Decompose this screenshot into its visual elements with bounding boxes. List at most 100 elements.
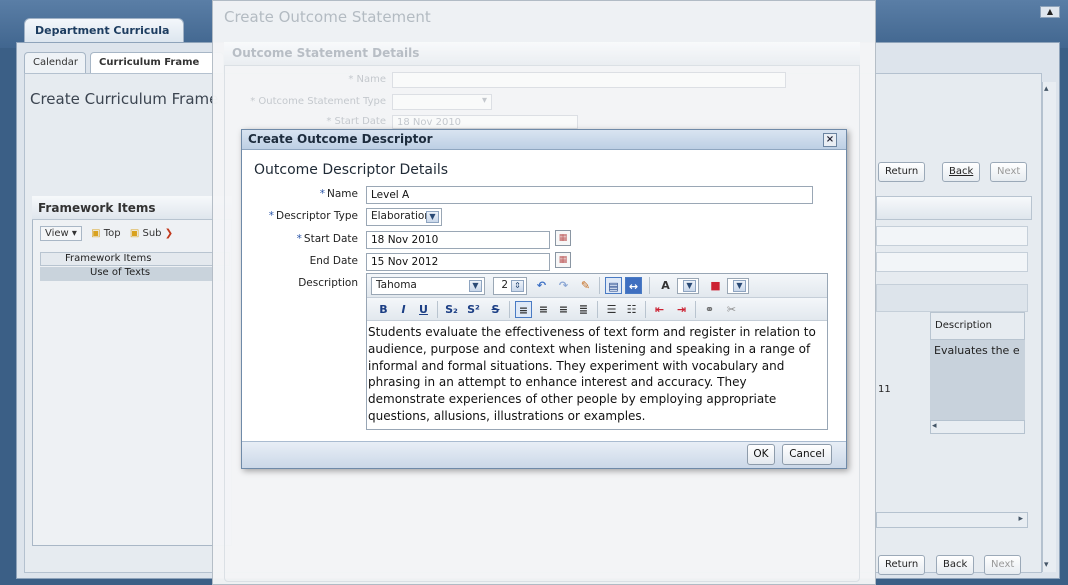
framework-items-panel [32,196,232,546]
required-icon: * [319,188,326,200]
tab-department-curricula[interactable]: Department Curricula [24,18,184,42]
chevron-left-icon[interactable]: ◂ [932,421,937,431]
chevron-down-icon[interactable]: ▾ [1044,560,1049,570]
required-icon: * [268,210,274,222]
name-label: * Name [319,188,358,200]
next-button-top[interactable]: Next [990,162,1028,182]
undo-icon[interactable]: ↶ [533,277,550,294]
delete-icon[interactable]: ❯ [165,228,173,239]
superscript-icon[interactable]: S² [465,301,482,318]
cancel-button[interactable]: Cancel [782,444,832,465]
start-date-input[interactable]: 18 Nov 2010 [366,231,550,249]
return-button-top[interactable]: Return [878,162,926,182]
indent-icon[interactable]: ⇥ [673,301,690,318]
chevron-right-icon[interactable]: ▸ [1018,514,1023,524]
chevron-down-icon[interactable]: ▼ [683,280,696,292]
toolbar-divider [437,301,438,318]
font-family-value: Tahoma [376,279,417,291]
close-icon[interactable]: × [823,133,837,147]
add-sub-button[interactable]: ▣ Sub [130,228,162,239]
next-button-bottom[interactable]: Next [984,555,1022,575]
back-button-top[interactable]: Back [942,162,981,182]
start-date-label: * Start Date [296,233,358,245]
subscript-icon[interactable]: S₂ [443,301,460,318]
description-column-header: Description [930,312,1025,340]
chevron-up-icon[interactable]: ▴ [1044,84,1049,94]
redo-icon[interactable]: ↷ [555,277,572,294]
toolbar-divider [695,301,696,318]
dialog-title: Create Outcome Descriptor [248,132,433,146]
editor-toolbar-top: Tahoma ▼ 2 ⇕ ↶ ↷ ✎ ▤ ↔ A ▼ ■ ▼ [367,274,827,298]
font-family-select[interactable]: Tahoma ▼ [371,277,485,295]
back-button-bottom[interactable]: Back [936,555,975,575]
add-top-icon: ▣ [91,228,101,239]
italic-icon[interactable]: I [395,301,412,318]
required-icon: * [296,233,302,245]
return-button-bottom[interactable]: Return [878,555,926,575]
font-color-icon[interactable]: A [657,277,674,294]
descriptor-type-value: Elaboration [371,210,431,222]
toolbar-divider [645,301,646,318]
font-size-select[interactable]: 2 ⇕ [493,277,527,295]
align-center-icon[interactable]: ≡ [535,301,552,318]
framework-items-title: Framework Items [32,196,232,220]
page-title: Create Curriculum Frame [30,90,219,108]
font-size-value: 2 [501,279,508,291]
collapse-icon[interactable]: ▲ [1040,6,1060,18]
add-sub-icon: ▣ [129,228,140,239]
editor-toolbar-bottom: B I U S₂ S² S ≡ ≡ ≡ ≣ ☰ ☷ ⇤ ⇥ ⚭ ✂ [367,298,827,321]
descriptor-type-label: * Descriptor Type [268,210,358,222]
tab-curriculum-framework[interactable]: Curriculum Frame [90,52,224,74]
name-input[interactable]: Level A [366,186,813,204]
spinner-icon[interactable]: ⇕ [511,280,524,292]
framework-list-header: Framework Items [40,252,230,266]
horizontal-scrollbar[interactable]: ◂ [930,420,1025,434]
list-item[interactable]: Use of Texts [40,267,230,281]
chevron-down-icon[interactable]: ▼ [733,280,746,292]
toolbar-divider [649,277,650,294]
align-justify-icon[interactable]: ≣ [575,301,592,318]
bold-icon[interactable]: B [375,301,392,318]
description-cell: Evaluates the e [930,340,1025,420]
eraser-icon[interactable]: ✎ [577,277,594,294]
tab-calendar[interactable]: Calendar [24,52,86,74]
align-right-icon[interactable]: ≡ [555,301,572,318]
numbered-list-icon[interactable]: ☷ [623,301,640,318]
unlink-icon[interactable]: ✂ [723,301,740,318]
rich-mode-icon[interactable]: ▤ [605,277,622,294]
framework-toolbar: View ▾ ▣ Top ▣ Sub ❯ [40,226,230,248]
page-scrollbar[interactable]: ▴ ▾ [1042,82,1056,572]
bottom-scrollbar[interactable]: ▸ [876,512,1028,528]
subtab-bar: Calendar Curriculum Frame [24,52,224,74]
end-date-label: End Date [309,255,358,267]
add-top-button[interactable]: ▣ Top [91,228,121,239]
calendar-icon[interactable]: ▦ [555,252,571,268]
chevron-down-icon[interactable]: ▼ [469,280,482,292]
outdent-icon[interactable]: ⇤ [651,301,668,318]
ok-button[interactable]: OK [747,444,775,465]
strikethrough-icon[interactable]: S [487,301,504,318]
description-editor-content[interactable]: Students evaluate the effectiveness of t… [368,324,826,428]
underline-icon[interactable]: U [415,301,432,318]
calendar-icon[interactable]: ▦ [555,230,571,246]
right-row [876,252,1028,272]
row-number: 11 [878,384,891,395]
toolbar-divider [599,277,600,294]
right-section-header [876,196,1032,220]
align-left-icon[interactable]: ≡ [515,301,532,318]
end-date-input[interactable]: 15 Nov 2012 [366,253,550,271]
font-color-select[interactable]: ▼ [677,278,699,294]
chevron-down-icon[interactable]: ▼ [426,211,439,223]
descriptor-type-select[interactable]: Elaboration ▼ [366,208,442,226]
description-label: Description [298,277,358,289]
background-color-icon[interactable]: ■ [707,277,724,294]
link-icon[interactable]: ⚭ [701,301,718,318]
view-menu-button[interactable]: View ▾ [40,226,82,241]
bulleted-list-icon[interactable]: ☰ [603,301,620,318]
background-color-select[interactable]: ▼ [727,278,749,294]
right-row [876,226,1028,246]
toolbar-divider [509,301,510,318]
toolbar-divider [597,301,598,318]
table-toolbar [876,284,1028,312]
source-mode-icon[interactable]: ↔ [625,277,642,294]
